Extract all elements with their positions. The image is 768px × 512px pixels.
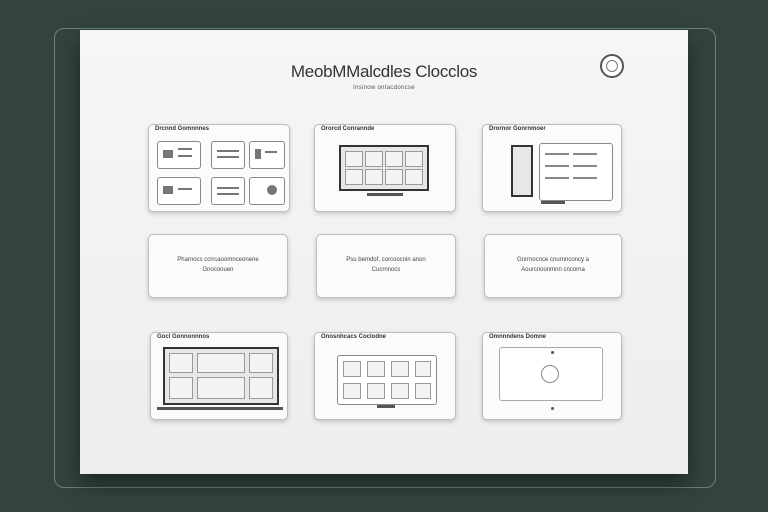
module-board: MeobMMalcdles Clocclos Insinow ontacdonc… — [80, 30, 688, 474]
module-card-7[interactable]: Gocl Gonnonnnos — [150, 332, 288, 420]
card-text-line: Gnocoouen — [202, 267, 234, 273]
card-text-line: Aourcnoonmnn cncorna — [521, 267, 585, 273]
card-label: Gocl Gonnonnnos — [157, 334, 210, 340]
module-card-3[interactable]: Drornor Gonrnmoer — [482, 124, 622, 212]
module-card-6[interactable]: Gnrrnocnce cnurnnconcy a Aourcnoonmnn cn… — [484, 234, 622, 298]
page-subtitle: Insinow ontacdoncse — [353, 85, 415, 91]
module-card-5[interactable]: Psu bemdof, corcoocnin anon Cucrnnocs — [316, 234, 456, 298]
card-text-line: Gnrrnocnce cnurnnconcy a — [516, 257, 590, 263]
page-title: MeobMMalcdles Clocclos — [290, 62, 478, 81]
card-label: Drornor Gonrnmoer — [489, 126, 546, 132]
card-text-line: Cucrnnocs — [371, 267, 401, 273]
card-label: Onosnhcacs Coclodne — [321, 334, 387, 340]
module-card-2[interactable]: Ororcd Conrannde — [314, 124, 456, 212]
profile-circle-button[interactable] — [600, 54, 624, 78]
card-text-line: Pharnocs ccrrcaoomnceonene — [177, 257, 259, 263]
card-label: Omnnndens Domne — [489, 334, 547, 340]
card-text-line: Psu bemdof, corcoocnin anon — [346, 257, 426, 263]
module-card-8[interactable]: Onosnhcacs Coclodne — [314, 332, 456, 420]
module-card-1[interactable]: Drcnnd Gomnnnes — [148, 124, 290, 212]
module-card-9[interactable]: Omnnndens Domne — [482, 332, 622, 420]
card-label: Drcnnd Gomnnnes — [155, 126, 210, 132]
module-card-4[interactable]: Pharnocs ccrrcaoomnceonene Gnocoouen — [148, 234, 288, 298]
card-label: Ororcd Conrannde — [321, 126, 375, 132]
